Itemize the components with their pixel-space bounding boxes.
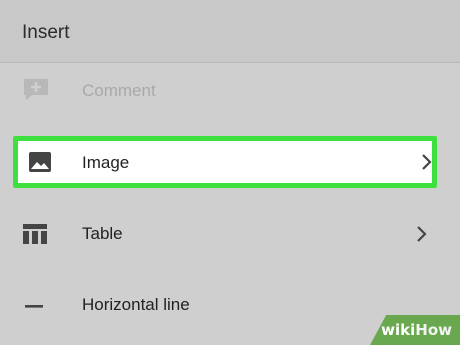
wikihow-logo: wikiHow [381,321,452,339]
add-comment-icon [22,78,50,102]
page-title: Insert [22,22,70,43]
chevron-right-icon [419,153,433,171]
menu-item-label: Table [82,224,123,243]
horizontal-line-icon [22,294,50,318]
menu-item-label: Horizontal line [82,295,190,314]
insert-menu-header: Insert [0,0,460,63]
menu-item-image[interactable]: Image [13,136,437,188]
menu-item-comment: Comment [0,70,460,110]
chevron-right-icon [414,225,428,243]
menu-item-label: Comment [82,81,156,100]
menu-item-table[interactable]: Table [0,214,460,254]
menu-item-label: Image [82,153,130,172]
table-icon [22,222,50,246]
image-icon [27,150,55,174]
